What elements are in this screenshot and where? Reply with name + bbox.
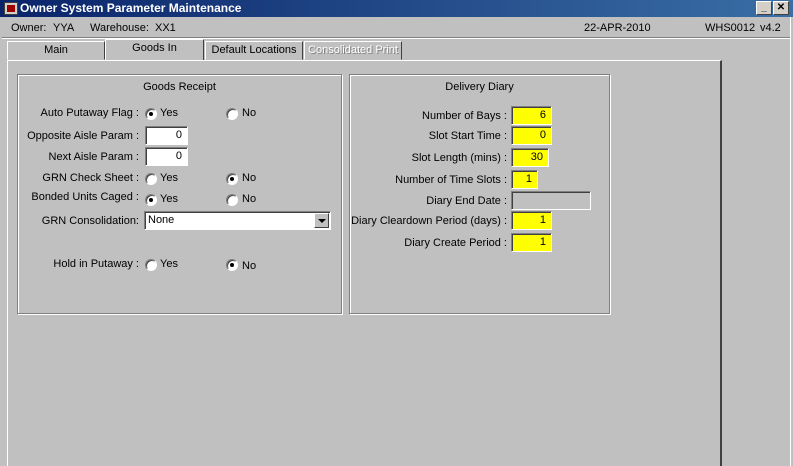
next-aisle-label: Next Aisle Param : — [48, 151, 139, 163]
opposite-aisle-label: Opposite Aisle Param : — [27, 130, 139, 142]
bonded-units-yes-radio[interactable] — [145, 194, 157, 206]
diary-end-date-label: Diary End Date : — [426, 195, 507, 207]
hold-in-putaway-yes-label: Yes — [160, 258, 178, 270]
tab-default-locations[interactable]: Default Locations — [205, 41, 303, 60]
slot-start-time-label: Slot Start Time : — [428, 130, 507, 142]
app-icon — [4, 2, 18, 15]
bonded-units-no-label: No — [242, 193, 257, 205]
number-of-bays-input[interactable]: 6 — [511, 106, 552, 125]
owner-label: Owner: — [11, 22, 47, 34]
hold-in-putaway-yes-radio[interactable] — [145, 259, 157, 271]
create-period-label: Diary Create Period : — [404, 237, 507, 249]
bonded-units-no-radio[interactable] — [226, 194, 238, 206]
diary-end-date-input[interactable] — [511, 191, 591, 210]
tab-consolidated-print[interactable]: Consolidated Print — [304, 41, 402, 60]
create-period-input[interactable]: 1 — [511, 233, 552, 252]
slot-start-time-input[interactable]: 0 — [511, 126, 552, 145]
grn-consolidation-select[interactable]: None — [144, 211, 331, 230]
hold-in-putaway-no-radio[interactable] — [226, 259, 238, 271]
auto-putaway-yes-label: Yes — [160, 107, 178, 119]
grn-consolidation-value: None — [148, 214, 175, 226]
grn-check-sheet-no-radio[interactable] — [226, 173, 238, 185]
auto-putaway-yes-radio[interactable] — [145, 108, 157, 120]
grn-consolidation-label: GRN Consolidation: — [41, 215, 139, 227]
slot-length-label: Slot Length (mins) : — [411, 152, 507, 164]
bonded-units-label: Bonded Units Caged : — [31, 191, 139, 203]
window-title: Owner System Parameter Maintenance — [20, 1, 242, 15]
close-button[interactable]: ✕ — [773, 1, 789, 15]
bonded-units-yes-label: Yes — [160, 193, 178, 205]
date-display: 22-APR-2010 — [584, 22, 651, 34]
auto-putaway-no-label: No — [242, 107, 257, 119]
goods-receipt-title: Goods Receipt — [143, 81, 216, 93]
grn-check-sheet-yes-label: Yes — [160, 172, 178, 184]
number-of-slots-label: Number of Time Slots : — [395, 174, 507, 186]
cleardown-period-input[interactable]: 1 — [511, 211, 552, 230]
minimize-button[interactable]: _ — [756, 1, 772, 15]
hold-in-putaway-no-label: No — [242, 260, 257, 272]
hold-in-putaway-label: Hold in Putaway : — [53, 258, 139, 270]
auto-putaway-label: Auto Putaway Flag : — [40, 107, 139, 119]
grn-check-sheet-yes-radio[interactable] — [145, 173, 157, 185]
owner-value: YYA — [53, 22, 75, 34]
warehouse-value: XX1 — [155, 22, 176, 34]
version: v4.2 — [760, 22, 781, 34]
module-code: WHS0012 — [705, 22, 756, 34]
grn-check-sheet-label: GRN Check Sheet : — [42, 172, 139, 184]
slot-length-input[interactable]: 30 — [511, 148, 549, 167]
tab-goods-in[interactable]: Goods In — [105, 39, 204, 61]
tab-main[interactable]: Main — [7, 41, 105, 60]
number-of-bays-label: Number of Bays : — [422, 110, 507, 122]
next-aisle-input[interactable]: 0 — [145, 147, 188, 166]
window-edge — [790, 17, 791, 466]
auto-putaway-no-radio[interactable] — [226, 108, 238, 120]
opposite-aisle-input[interactable]: 0 — [145, 126, 188, 145]
warehouse-label: Warehouse: — [90, 22, 149, 34]
chevron-down-icon[interactable] — [314, 213, 329, 228]
title-bar[interactable]: Owner System Parameter Maintenance _ ✕ — [0, 0, 793, 17]
grn-check-sheet-no-label: No — [242, 172, 257, 184]
delivery-diary-title: Delivery Diary — [445, 81, 514, 93]
number-of-slots-input[interactable]: 1 — [511, 170, 538, 189]
cleardown-period-label: Diary Cleardown Period (days) : — [351, 215, 507, 227]
